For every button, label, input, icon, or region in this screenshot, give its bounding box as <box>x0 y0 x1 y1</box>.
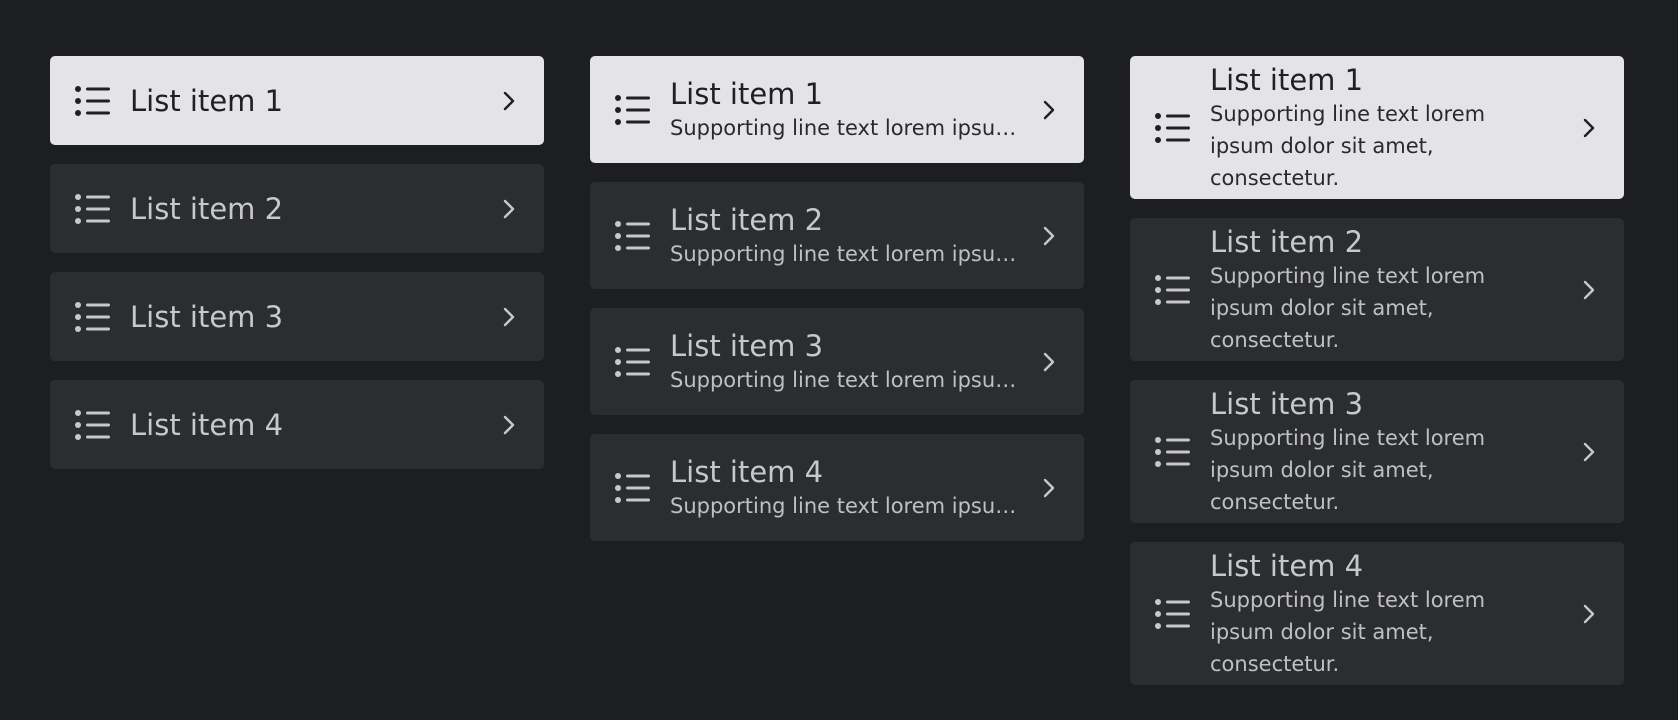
chevron-right-icon <box>1583 280 1595 299</box>
list-icon <box>75 409 110 440</box>
list-item-supporting-text: Supporting line text lorem ipsum dolor s… <box>1210 263 1486 352</box>
list-item-headline: List item 1 <box>1210 62 1364 97</box>
list-item[interactable]: List item 1 <box>50 56 544 145</box>
list-icon <box>615 220 650 251</box>
list-item[interactable]: List item 2 Supporting line text lorem i… <box>590 182 1084 289</box>
list-item-headline: List item 4 <box>1210 548 1364 583</box>
list-icon <box>615 346 650 377</box>
list-item[interactable]: List item 4 Supporting line text lorem i… <box>590 434 1084 541</box>
list-item-headline: List item 4 <box>670 454 824 489</box>
list-item-supporting-text: Supporting line text lorem ipsum dolor s… <box>1210 425 1486 514</box>
list-item-supporting-text: Supporting line text lorem ipsum dolor s… <box>1210 587 1486 676</box>
list-item[interactable]: List item 2 <box>50 164 544 253</box>
list-icon <box>1155 274 1190 305</box>
list-item-supporting-text: Supporting line text lorem ipsum dolor s… <box>670 367 1018 392</box>
list-item-supporting-text: Supporting line text lorem ipsum dolor s… <box>670 115 1018 140</box>
list-icon <box>1155 112 1190 143</box>
list-icon <box>1155 436 1190 467</box>
list-item-text: List item 1 Supporting line text lorem i… <box>1210 62 1578 194</box>
chevron-right-icon <box>1583 604 1595 623</box>
chevron-right-icon <box>1043 226 1055 245</box>
list-item[interactable]: List item 4 <box>50 380 544 469</box>
list-item-text: List item 2 Supporting line text lorem i… <box>670 202 1038 270</box>
list-item-text: List item 2 Supporting line text lorem i… <box>1210 224 1578 356</box>
list-icon <box>75 193 110 224</box>
three-line-list: List item 1 Supporting line text lorem i… <box>1130 56 1624 704</box>
two-line-list: List item 1 Supporting line text lorem i… <box>590 56 1084 560</box>
chevron-right-icon <box>503 199 515 218</box>
list-item-headline: List item 2 <box>130 191 284 226</box>
list-item-headline: List item 4 <box>130 407 284 442</box>
list-item[interactable]: List item 1 Supporting line text lorem i… <box>590 56 1084 163</box>
list-item[interactable]: List item 4 Supporting line text lorem i… <box>1130 542 1624 685</box>
list-item[interactable]: List item 2 Supporting line text lorem i… <box>1130 218 1624 361</box>
list-item-text: List item 1 <box>130 83 498 119</box>
chevron-right-icon <box>1043 478 1055 497</box>
list-item-headline: List item 2 <box>670 202 824 237</box>
list-item-text: List item 3 Supporting line text lorem i… <box>670 328 1038 396</box>
one-line-list: List item 1 List item 2 List item 3 List… <box>50 56 544 488</box>
list-item[interactable]: List item 3 Supporting line text lorem i… <box>1130 380 1624 523</box>
list-icon <box>75 301 110 332</box>
chevron-right-icon <box>1583 442 1595 461</box>
list-item-text: List item 1 Supporting line text lorem i… <box>670 76 1038 144</box>
list-item[interactable]: List item 3 Supporting line text lorem i… <box>590 308 1084 415</box>
list-icon <box>615 472 650 503</box>
list-item-text: List item 3 Supporting line text lorem i… <box>1210 386 1578 518</box>
list-item-text: List item 3 <box>130 299 498 335</box>
chevron-right-icon <box>503 307 515 326</box>
list-item-text: List item 4 Supporting line text lorem i… <box>670 454 1038 522</box>
list-item-headline: List item 3 <box>1210 386 1364 421</box>
list-icon <box>75 85 110 116</box>
list-item-headline: List item 1 <box>670 76 824 111</box>
list-icon <box>615 94 650 125</box>
list-item-supporting-text: Supporting line text lorem ipsum dolor s… <box>670 241 1018 266</box>
chevron-right-icon <box>503 91 515 110</box>
list-item[interactable]: List item 3 <box>50 272 544 361</box>
list-item-headline: List item 1 <box>130 83 284 118</box>
list-item-supporting-text: Supporting line text lorem ipsum dolor s… <box>670 493 1018 518</box>
list-item-headline: List item 3 <box>130 299 284 334</box>
list-item-headline: List item 2 <box>1210 224 1364 259</box>
list-item[interactable]: List item 1 Supporting line text lorem i… <box>1130 56 1624 199</box>
list-item-text: List item 4 <box>130 407 498 443</box>
chevron-right-icon <box>1583 118 1595 137</box>
chevron-right-icon <box>1043 100 1055 119</box>
list-icon <box>1155 598 1190 629</box>
chevron-right-icon <box>1043 352 1055 371</box>
list-item-headline: List item 3 <box>670 328 824 363</box>
list-item-text: List item 2 <box>130 191 498 227</box>
list-item-text: List item 4 Supporting line text lorem i… <box>1210 548 1578 680</box>
chevron-right-icon <box>503 415 515 434</box>
list-item-supporting-text: Supporting line text lorem ipsum dolor s… <box>1210 101 1486 190</box>
